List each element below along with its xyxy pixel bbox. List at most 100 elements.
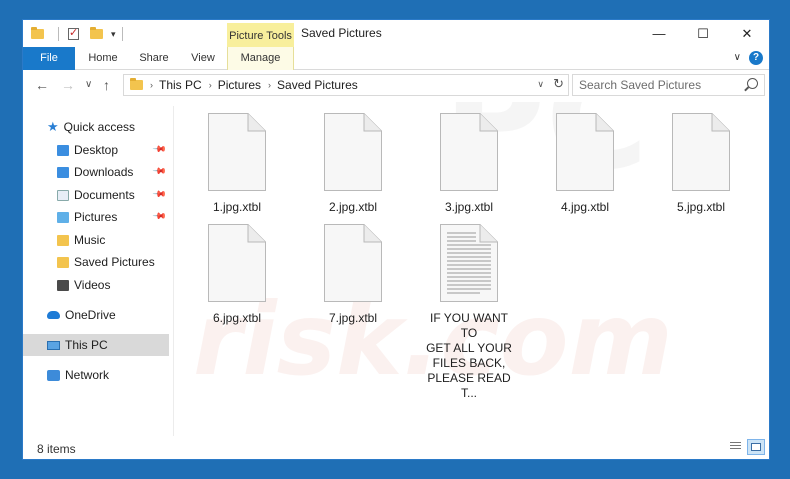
explorer-window: PC risk.com ▾ Picture Tools Saved Pictur… — [22, 19, 770, 460]
large-icons-view-button[interactable] — [747, 439, 765, 455]
new-folder-icon[interactable] — [90, 27, 103, 39]
sidebar-item-label: Quick access — [63, 120, 136, 134]
documents-icon — [57, 189, 69, 201]
tab-home[interactable]: Home — [81, 47, 125, 70]
blank-file-icon — [324, 113, 382, 191]
tab-share[interactable]: Share — [131, 47, 177, 70]
sidebar-item-videos[interactable]: Videos — [23, 274, 169, 296]
sidebar-item-pictures[interactable]: Pictures 📌 — [23, 206, 169, 228]
picture-tools-label: Picture Tools — [227, 23, 294, 47]
up-button[interactable]: ↑ — [103, 77, 110, 93]
large-icons-view-icon — [751, 443, 761, 451]
blank-file-icon — [208, 224, 266, 302]
sidebar-item-saved-pictures[interactable]: Saved Pictures — [23, 251, 169, 273]
minimize-button[interactable]: — — [637, 20, 681, 47]
cloud-icon — [47, 311, 60, 319]
pin-icon[interactable]: 📌 — [152, 209, 167, 225]
sidebar-item-label: Desktop — [74, 143, 119, 157]
desktop-icon — [57, 144, 69, 156]
breadcrumb-saved-pictures[interactable]: Saved Pictures — [277, 78, 358, 92]
sidebar-item-desktop[interactable]: Desktop 📌 — [23, 139, 169, 161]
pin-icon[interactable]: 📌 — [152, 142, 167, 158]
breadcrumb-this-pc[interactable]: This PC — [159, 78, 202, 92]
sidebar-item-label: Documents — [74, 188, 135, 202]
breadcrumb-separator[interactable]: › — [150, 80, 153, 90]
item-count: 8 items — [37, 442, 76, 456]
folder-icon — [130, 78, 143, 90]
blank-file-icon — [556, 113, 614, 191]
file-item[interactable]: 2.jpg.xtbl — [305, 106, 401, 215]
sidebar-item-label: Music — [74, 233, 106, 247]
videos-icon — [57, 279, 69, 291]
refresh-icon[interactable]: ↻ — [553, 76, 564, 92]
sidebar-item-label: Pictures — [74, 210, 118, 224]
maximize-button[interactable]: ☐ — [681, 20, 725, 47]
music-icon — [57, 234, 69, 246]
sidebar-item-music[interactable]: Music — [23, 229, 169, 251]
expand-ribbon-icon[interactable]: ∨ — [734, 52, 741, 63]
folder-icon — [57, 256, 69, 268]
pin-icon[interactable]: 📌 — [152, 187, 167, 203]
sidebar-item-network[interactable]: Network — [23, 364, 169, 386]
file-name: 6.jpg.xtbl — [212, 311, 262, 325]
file-item[interactable]: IF YOU WANT TO GET ALL YOUR FILES BACK, … — [421, 217, 517, 401]
address-bar[interactable]: › This PC › Pictures › Saved Pictures ∨ … — [123, 74, 569, 96]
tab-file[interactable]: File — [23, 47, 75, 70]
close-button[interactable]: ✕ — [725, 20, 769, 47]
forward-button[interactable]: → — [61, 77, 75, 93]
star-icon: ★ — [47, 119, 59, 134]
sidebar-item-downloads[interactable]: Downloads 📌 — [23, 161, 169, 183]
blank-file-icon — [440, 113, 498, 191]
back-button[interactable]: ← — [35, 77, 49, 93]
file-item[interactable]: 5.jpg.xtbl — [653, 106, 749, 215]
quick-access-toolbar: ▾ — [31, 26, 123, 42]
pin-icon[interactable]: 📌 — [152, 164, 167, 180]
file-name-line: GET ALL YOUR — [426, 341, 512, 355]
tab-view[interactable]: View — [183, 47, 223, 70]
file-item[interactable]: 4.jpg.xtbl — [537, 106, 633, 215]
file-item[interactable]: 1.jpg.xtbl — [189, 106, 285, 215]
address-dropdown-icon[interactable]: ∨ — [537, 79, 544, 90]
file-name: 4.jpg.xtbl — [560, 200, 610, 214]
recent-locations-button[interactable]: ∨ — [85, 79, 92, 90]
details-view-icon — [730, 442, 741, 450]
downloads-icon — [57, 166, 69, 178]
customize-dropdown-icon[interactable]: ▾ — [111, 29, 116, 40]
computer-icon — [47, 340, 60, 350]
sidebar-item-this-pc[interactable]: This PC — [23, 334, 169, 356]
breadcrumb-pictures[interactable]: Pictures — [218, 78, 261, 92]
breadcrumb-separator[interactable]: › — [209, 80, 212, 90]
breadcrumb-separator[interactable]: › — [268, 80, 271, 90]
file-item[interactable]: 7.jpg.xtbl — [305, 217, 401, 326]
file-name: 5.jpg.xtbl — [676, 200, 726, 214]
window-title: Saved Pictures — [301, 26, 382, 40]
address-row: ← → ∨ ↑ › This PC › Pictures › Saved Pic… — [23, 70, 769, 102]
sidebar-item-label: This PC — [65, 338, 108, 352]
file-name: 1.jpg.xtbl — [212, 200, 262, 214]
details-view-button[interactable] — [727, 439, 745, 455]
search-input[interactable] — [579, 76, 739, 94]
properties-icon[interactable] — [68, 26, 79, 40]
sidebar-item-documents[interactable]: Documents 📌 — [23, 184, 169, 206]
network-icon — [47, 369, 60, 381]
file-name-line: FILES BACK, — [432, 356, 506, 370]
sidebar-item-label: Saved Pictures — [74, 255, 155, 269]
help-icon[interactable]: ? — [749, 51, 763, 65]
blank-file-icon — [672, 113, 730, 191]
search-icon[interactable] — [747, 78, 758, 89]
search-box[interactable] — [572, 74, 765, 96]
ribbon-tabs: File Home Share View Manage ∨ ? — [23, 47, 769, 70]
sidebar-item-label: Network — [65, 368, 110, 382]
separator — [121, 27, 123, 41]
file-name: 7.jpg.xtbl — [328, 311, 378, 325]
text-file-icon — [440, 224, 498, 302]
separator — [58, 27, 59, 41]
sidebar-item-onedrive[interactable]: OneDrive — [23, 304, 169, 326]
file-name-line: PLEASE READ T... — [427, 371, 511, 400]
sidebar-item-quick-access[interactable]: ★ Quick access — [23, 116, 193, 138]
sidebar-item-label: Videos — [74, 278, 111, 292]
file-item[interactable]: 3.jpg.xtbl — [421, 106, 517, 215]
file-name-line: IF YOU WANT TO — [430, 311, 508, 340]
file-item[interactable]: 6.jpg.xtbl — [189, 217, 285, 326]
tab-manage[interactable]: Manage — [227, 47, 294, 70]
